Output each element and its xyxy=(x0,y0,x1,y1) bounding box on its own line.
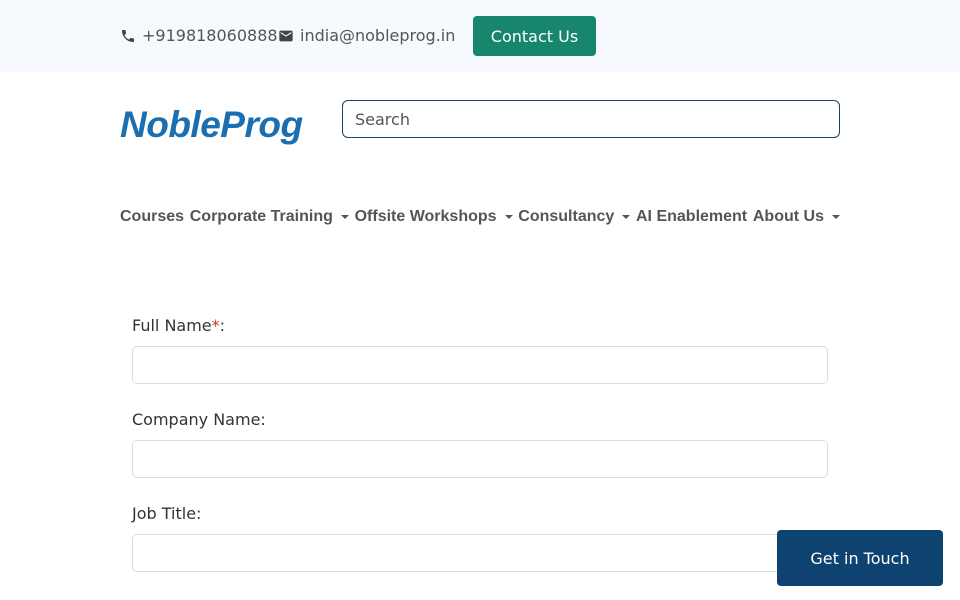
job-title-input[interactable] xyxy=(132,534,828,572)
mail-icon xyxy=(279,30,293,41)
phone-icon xyxy=(122,29,134,42)
company-name-input[interactable] xyxy=(132,440,828,478)
nav-item-courses[interactable]: Courses xyxy=(120,208,184,226)
full-name-input[interactable] xyxy=(132,346,828,384)
search-input[interactable] xyxy=(342,100,840,138)
nav-label: Consultancy xyxy=(518,208,615,225)
nav-label: Offsite Workshops xyxy=(354,208,497,225)
nav-item-offsite-workshops[interactable]: Offsite Workshops xyxy=(355,208,513,226)
caret-down-icon xyxy=(340,215,349,219)
nav-label: About Us xyxy=(752,208,824,225)
nav-item-corporate-training[interactable]: Corporate Training xyxy=(190,208,349,226)
top-contact-bar: +919818060888 india@nobleprog.in Contact… xyxy=(0,0,960,72)
nav-item-consultancy[interactable]: Consultancy xyxy=(518,208,631,226)
nav-item-ai-enablement[interactable]: AI Enablement xyxy=(636,208,747,226)
caret-down-icon xyxy=(831,215,840,219)
nav-label: Corporate Training xyxy=(189,208,333,225)
nobleprog-logo[interactable]: NobleProg xyxy=(120,104,303,146)
required-mark: * xyxy=(211,316,220,335)
caret-down-icon xyxy=(504,215,513,219)
nav-item-about-us[interactable]: About Us xyxy=(753,208,840,226)
job-title-label: Job Title: xyxy=(132,504,202,523)
caret-down-icon xyxy=(622,215,631,219)
get-in-touch-button[interactable]: Get in Touch xyxy=(777,530,943,586)
phone-contact[interactable]: +919818060888 xyxy=(120,26,278,45)
email-contact[interactable]: india@nobleprog.in xyxy=(278,26,455,45)
full-name-label-text: Full Name xyxy=(132,316,212,335)
phone-number[interactable]: +919818060888 xyxy=(142,26,278,45)
contact-form: Full Name*: Company Name: Job Title: xyxy=(132,316,828,598)
nav-label: AI Enablement xyxy=(636,208,748,225)
label-colon: : xyxy=(219,316,226,335)
email-address[interactable]: india@nobleprog.in xyxy=(300,26,455,45)
full-name-label: Full Name*: xyxy=(132,316,828,336)
main-navigation: Courses Corporate Training Offsite Works… xyxy=(120,206,840,228)
nav-label: Courses xyxy=(120,208,185,225)
contact-us-button[interactable]: Contact Us xyxy=(473,16,596,56)
company-name-label: Company Name: xyxy=(132,410,266,429)
